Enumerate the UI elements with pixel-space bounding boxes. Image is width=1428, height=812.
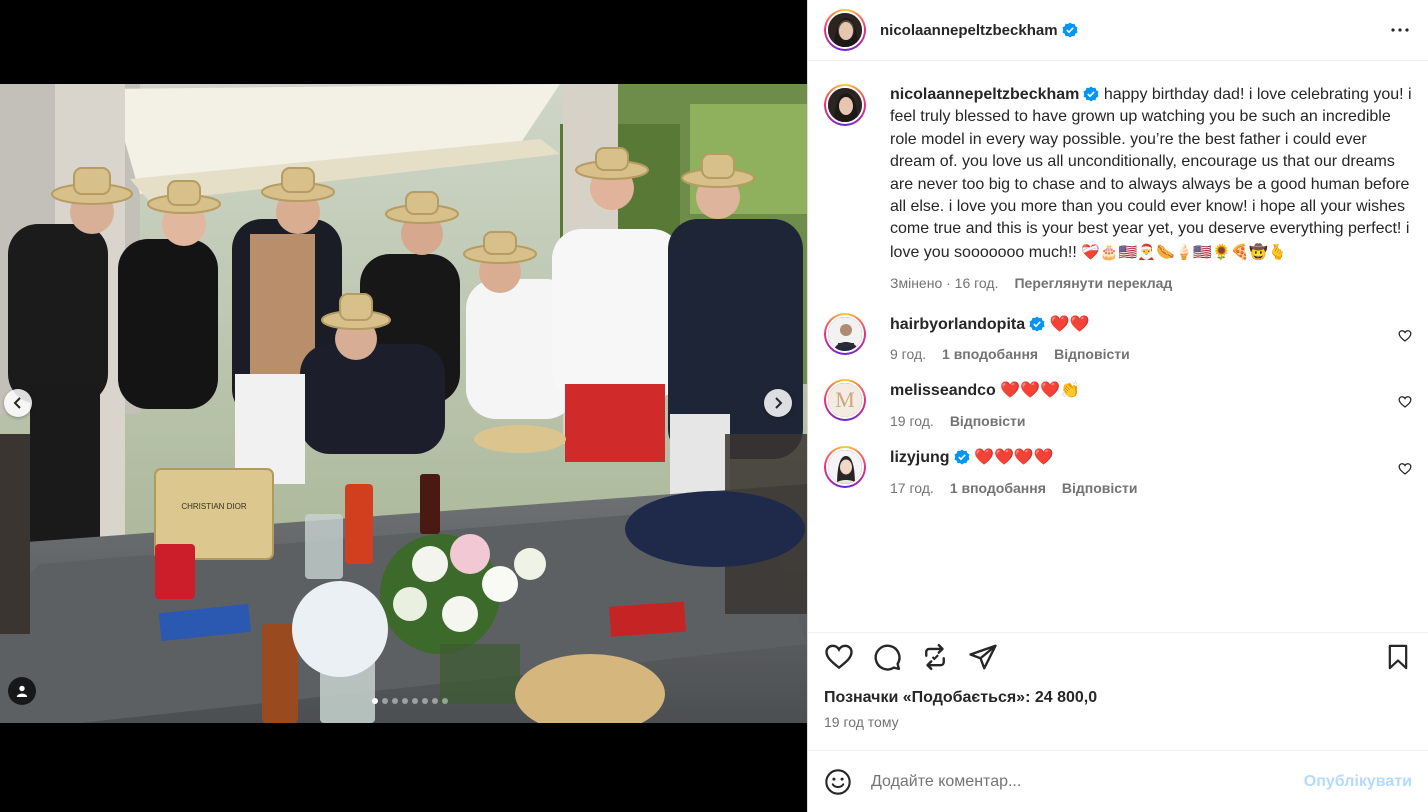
caption-avatar[interactable] — [824, 84, 866, 126]
caption-emojis: ❤️‍🩹🎂🇺🇸🎅🌭🍦🇺🇸🌻🍕🤠🫰 — [1081, 242, 1287, 261]
media-viewer: CHRISTIAN DIOR — [0, 0, 807, 812]
likes-count[interactable]: Позначки «Подобається»: 24 800,0 — [824, 689, 1412, 707]
comment-time: 9 год. — [890, 346, 927, 363]
emoji-smile-icon[interactable] — [824, 768, 852, 796]
reply-button[interactable]: Відповісти — [1062, 477, 1138, 499]
commenter-username[interactable]: hairbyorlandopita — [890, 316, 1025, 333]
comment-text: ❤️❤️ — [1049, 313, 1090, 333]
comment-time: 17 год. — [890, 479, 934, 496]
comment-icon[interactable] — [872, 642, 902, 672]
next-slide-button[interactable] — [764, 389, 792, 417]
post-actions: Позначки «Подобається»: 24 800,0 19 год … — [808, 632, 1428, 730]
post-photo: CHRISTIAN DIOR — [0, 84, 807, 723]
carousel-dot — [372, 698, 378, 704]
carousel-dot — [402, 698, 408, 704]
like-heart-icon[interactable] — [824, 642, 854, 672]
commenter-avatar[interactable]: M — [824, 379, 866, 422]
comment-list: hairbyorlandopita ❤️❤️ 9 год. 1 вподобання… — [824, 312, 1412, 499]
comments-section: nicolaannepeltzbeckham happy birthday da… — [808, 62, 1428, 632]
user-icon — [16, 685, 28, 697]
comment-likes[interactable]: 1 вподобання — [942, 343, 1038, 365]
comment-text: ❤️❤️❤️👏 — [1000, 380, 1080, 400]
comment-time: 19 год. — [890, 412, 934, 429]
verified-badge-icon — [1062, 22, 1078, 38]
bag-text: CHRISTIAN DIOR — [181, 502, 247, 511]
commenter-avatar[interactable] — [824, 446, 866, 489]
add-comment-bar: Опублікувати — [808, 750, 1428, 812]
post-header: nicolaannepeltzbeckham — [808, 0, 1428, 61]
repost-icon[interactable] — [920, 642, 950, 672]
comment-input[interactable] — [871, 772, 1304, 791]
share-icon[interactable] — [968, 642, 998, 672]
comment-item: Mmelisseandco ❤️❤️❤️👏 19 год. Відповісти — [824, 379, 1412, 432]
post-time: 19 год тому — [824, 714, 899, 730]
reply-button[interactable]: Відповісти — [950, 410, 1026, 432]
comment-like-icon[interactable] — [1398, 329, 1412, 343]
commenter-avatar[interactable] — [824, 312, 866, 355]
save-bookmark-icon[interactable] — [1384, 642, 1412, 672]
post-details-panel: nicolaannepeltzbeckham nicolaannepeltzbe… — [807, 0, 1428, 812]
chevron-left-icon — [13, 397, 21, 409]
see-translation-link[interactable]: Переглянути переклад — [1014, 272, 1172, 294]
carousel-dot — [442, 698, 448, 704]
carousel-dot — [392, 698, 398, 704]
carousel-dot — [412, 698, 418, 704]
comment-like-icon[interactable] — [1398, 395, 1412, 409]
carousel-dot — [422, 698, 428, 704]
avatar-letter: M — [835, 387, 855, 413]
verified-badge-icon — [954, 449, 970, 465]
chevron-right-icon — [775, 397, 783, 409]
carousel-dot — [382, 698, 388, 704]
previous-slide-button[interactable] — [4, 389, 32, 417]
caption-username[interactable]: nicolaannepeltzbeckham — [890, 86, 1079, 103]
comment-item: hairbyorlandopita ❤️❤️ 9 год. 1 вподобання… — [824, 312, 1412, 366]
tagged-users-button[interactable] — [8, 677, 36, 705]
comment-like-icon[interactable] — [1398, 462, 1412, 476]
caption-timestamp: Змінено · 16 год. — [890, 275, 999, 292]
post-caption: nicolaannepeltzbeckham happy birthday da… — [824, 84, 1412, 295]
author-avatar[interactable] — [824, 9, 866, 51]
reply-button[interactable]: Відповісти — [1054, 343, 1130, 365]
caption-text: happy birthday dad! i love celebrating y… — [890, 86, 1412, 261]
author-username[interactable]: nicolaannepeltzbeckham — [880, 22, 1058, 39]
carousel-dot — [432, 698, 438, 704]
publish-button[interactable]: Опублікувати — [1304, 773, 1412, 791]
carousel-indicator — [372, 698, 448, 704]
commenter-username[interactable]: melisseandco — [890, 382, 996, 399]
more-options-icon[interactable] — [1388, 18, 1412, 42]
verified-badge-icon — [1029, 316, 1045, 332]
commenter-username[interactable]: lizyjung — [890, 449, 950, 466]
comment-text: ❤️❤️❤️❤️ — [974, 447, 1054, 467]
comment-likes[interactable]: 1 вподобання — [950, 477, 1046, 499]
verified-badge-icon — [1083, 86, 1099, 102]
comment-item: lizyjung ❤️❤️❤️❤️ 17 год. 1 вподобання Відп… — [824, 446, 1412, 499]
